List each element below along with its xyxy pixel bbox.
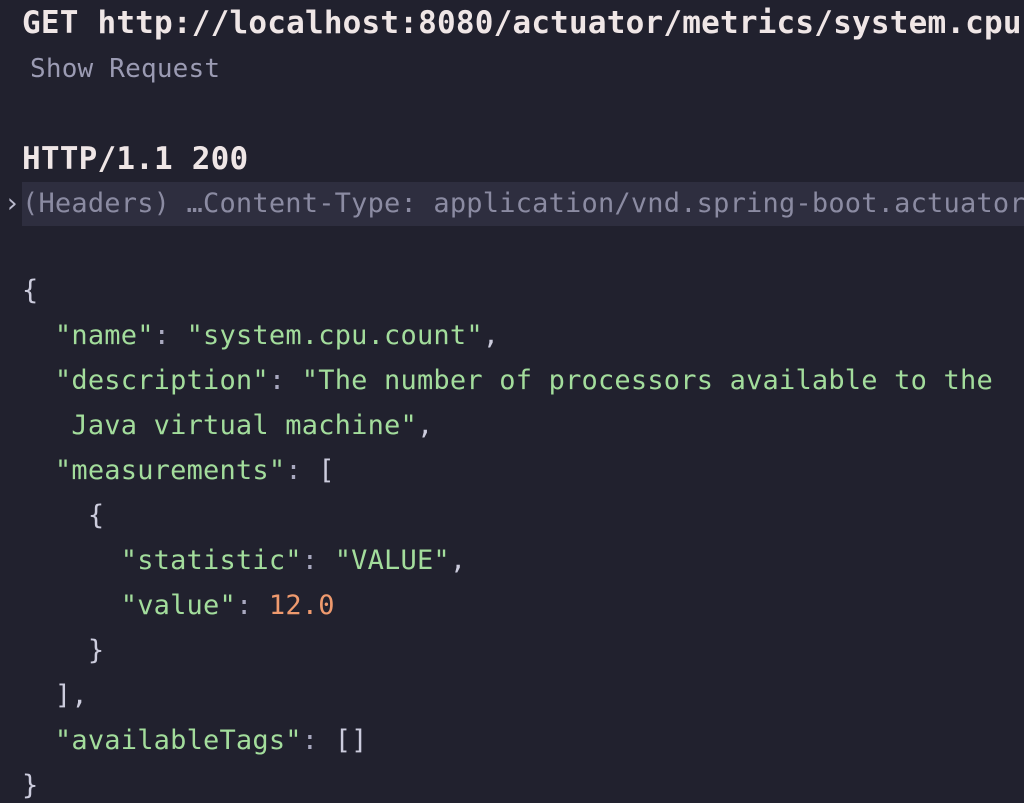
json-token-punct: [ [301, 455, 335, 486]
json-token-punct: } [22, 770, 39, 801]
json-line-measurements-close: ], [22, 673, 1024, 718]
json-token-key: "value" [120, 590, 236, 621]
json-token-colon: : [268, 365, 286, 396]
json-token-key: "availableTags" [54, 725, 302, 756]
json-line-value: "value": 12.0 [22, 583, 1024, 628]
json-line-open-brace: { [22, 268, 1024, 313]
json-token-punct [252, 590, 268, 621]
json-token-punct: [] [318, 725, 368, 756]
json-token-str: "VALUE" [334, 545, 450, 576]
json-token-punct: ], [22, 680, 88, 711]
json-token-colon: : [235, 590, 253, 621]
json-token-punct [22, 410, 55, 441]
json-token-punct: , [416, 410, 434, 441]
response-body-json: { "name": "system.cpu.count", "descripti… [22, 268, 1024, 803]
json-token-key: "statistic" [120, 545, 302, 576]
json-token-colon: : [153, 320, 171, 351]
json-token-punct [22, 365, 55, 396]
json-token-punct [22, 320, 55, 351]
json-token-punct [22, 545, 121, 576]
json-line-description-wrap: Java virtual machine", [22, 403, 1024, 448]
json-token-punct [22, 455, 55, 486]
json-line-name: "name": "system.cpu.count", [22, 313, 1024, 358]
request-line: GET http://localhost:8080/actuator/metri… [22, 5, 1024, 41]
json-token-colon: : [301, 545, 319, 576]
json-line-measurements-open: "measurements": [ [22, 448, 1024, 493]
http-response-viewer: GET http://localhost:8080/actuator/metri… [0, 0, 1024, 803]
json-line-measurement-object-open: { [22, 493, 1024, 538]
chevron-right-icon[interactable]: › [2, 182, 22, 226]
json-token-str: "The number of processors available to t… [301, 365, 993, 396]
json-token-colon: : [301, 725, 319, 756]
json-line-description: "description": "The number of processors… [22, 358, 1024, 403]
json-token-punct [22, 590, 121, 621]
json-line-measurement-object-close: } [22, 628, 1024, 673]
json-token-punct [22, 725, 55, 756]
json-token-key: "measurements" [54, 455, 286, 486]
json-token-str: "system.cpu.count" [186, 320, 483, 351]
json-token-key: "name" [54, 320, 154, 351]
headers-fold-row[interactable]: › (Headers) …Content-Type: application/v… [0, 182, 1024, 226]
json-token-str: Java virtual machine" [54, 410, 417, 441]
show-request-toggle[interactable]: Show Request [30, 52, 220, 86]
json-line-available-tags: "availableTags": [] [22, 718, 1024, 763]
json-token-punct: , [449, 545, 467, 576]
json-token-punct [285, 365, 301, 396]
json-token-colon: : [285, 455, 302, 486]
json-line-statistic: "statistic": "VALUE", [22, 538, 1024, 583]
json-token-punct [170, 320, 186, 351]
response-status-line: HTTP/1.1 200 [22, 141, 249, 177]
json-token-punct: { [22, 500, 105, 531]
json-token-punct [318, 545, 334, 576]
json-token-num: 12.0 [268, 590, 335, 621]
json-token-punct: { [22, 275, 39, 306]
json-token-punct: } [22, 635, 105, 666]
json-token-key: "description" [54, 365, 269, 396]
json-token-punct: , [482, 320, 500, 351]
json-line-close-brace: } [22, 763, 1024, 803]
headers-collapsed-band[interactable]: (Headers) …Content-Type: application/vnd… [22, 182, 1024, 226]
headers-preview-text: (Headers) …Content-Type: application/vnd… [22, 188, 1024, 219]
